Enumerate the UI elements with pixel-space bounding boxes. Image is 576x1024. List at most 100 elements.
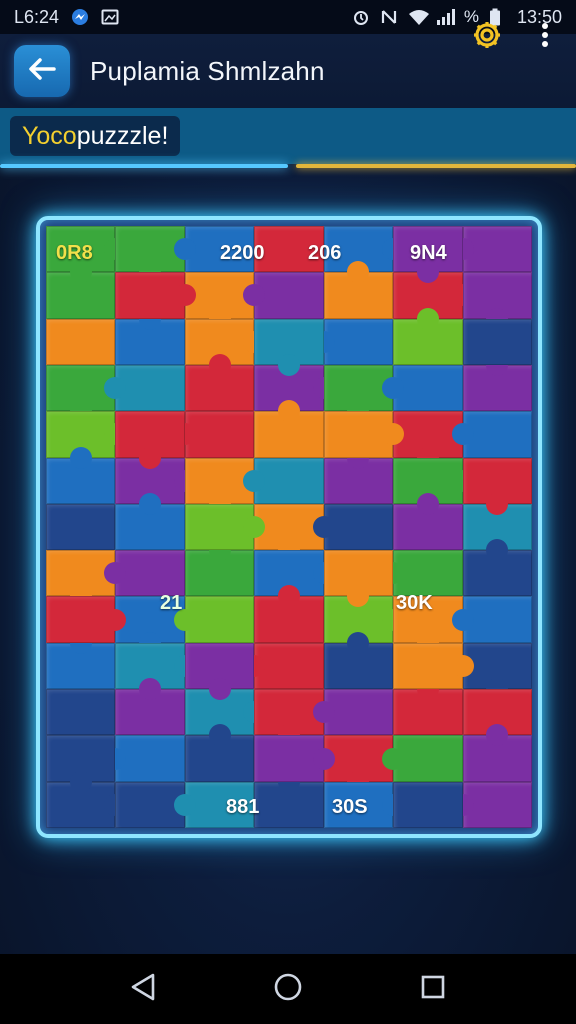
puzzle-piece-knob <box>69 770 92 793</box>
back-button[interactable] <box>14 45 70 97</box>
puzzle-piece[interactable] <box>393 492 463 551</box>
puzzle-piece[interactable] <box>104 550 185 597</box>
puzzle-board-frame: 0R8 2200 206 9N4 21 30K 881 30S <box>36 216 542 838</box>
puzzle-piece[interactable] <box>173 596 255 643</box>
puzzle-piece-knob <box>416 492 439 515</box>
messenger-icon <box>71 8 89 26</box>
puzzle-piece-knob <box>486 492 509 515</box>
puzzle-piece[interactable] <box>243 272 324 319</box>
puzzle-piece[interactable] <box>323 446 394 504</box>
puzzle-piece[interactable] <box>254 585 324 643</box>
puzzle-piece[interactable] <box>462 353 532 412</box>
puzzle-piece[interactable] <box>462 539 532 597</box>
settings-button[interactable] <box>468 18 506 56</box>
puzzle-piece[interactable] <box>382 735 463 782</box>
puzzle-piece[interactable] <box>462 457 532 515</box>
puzzle-piece[interactable] <box>104 735 185 782</box>
board-label-mid-right: 30K <box>396 592 433 614</box>
arrow-left-icon <box>27 57 57 86</box>
puzzle-piece[interactable] <box>462 272 532 330</box>
puzzle-piece[interactable] <box>323 550 394 608</box>
puzzle-piece[interactable] <box>184 503 266 551</box>
puzzle-piece[interactable] <box>46 735 116 793</box>
puzzle-piece[interactable] <box>46 318 116 365</box>
puzzle-piece[interactable] <box>184 539 255 597</box>
board-label-bottom-2: 30S <box>332 796 368 818</box>
puzzle-piece[interactable] <box>115 678 185 736</box>
puzzle-piece[interactable] <box>184 353 255 412</box>
nav-back-button[interactable] <box>121 967 165 1011</box>
more-options-button[interactable] <box>530 18 560 56</box>
puzzle-piece[interactable] <box>393 642 474 690</box>
puzzle-piece[interactable] <box>254 400 324 458</box>
status-left: L6:24 <box>14 7 119 28</box>
puzzle-piece[interactable] <box>323 261 394 319</box>
puzzle-piece-knob <box>139 492 162 515</box>
circle-home-icon <box>273 972 303 1007</box>
puzzle-piece-knob <box>486 724 509 747</box>
puzzle-piece-knob <box>104 608 127 631</box>
puzzle-piece[interactable] <box>184 724 255 782</box>
puzzle-piece[interactable] <box>184 642 255 701</box>
puzzle-piece[interactable] <box>382 364 463 412</box>
puzzle-piece-knob <box>486 539 509 562</box>
puzzle-piece[interactable] <box>46 503 116 551</box>
puzzle-piece[interactable] <box>393 678 463 736</box>
puzzle-piece-knob <box>347 261 370 284</box>
puzzle-piece[interactable] <box>115 411 185 469</box>
puzzle-piece[interactable] <box>46 446 116 504</box>
puzzle-piece[interactable] <box>462 724 532 782</box>
puzzle-piece-knob <box>139 678 162 701</box>
nav-recents-button[interactable] <box>411 967 455 1011</box>
puzzle-piece[interactable] <box>254 770 324 828</box>
puzzle-piece[interactable] <box>46 631 116 690</box>
tab-indicator-left <box>0 164 288 168</box>
puzzle-piece-knob <box>277 353 300 376</box>
puzzle-piece[interactable] <box>462 318 532 365</box>
puzzle-piece[interactable] <box>46 689 116 736</box>
puzzle-piece-knob <box>451 654 474 677</box>
app-title: Puplamia Shmlzahn <box>90 55 325 86</box>
puzzle-piece-knob <box>347 631 370 654</box>
puzzle-piece[interactable] <box>104 364 185 412</box>
puzzle-piece[interactable] <box>254 318 324 376</box>
puzzle-piece-knob <box>208 724 231 747</box>
puzzle-piece[interactable] <box>254 735 335 782</box>
nav-home-button[interactable] <box>266 967 310 1011</box>
puzzle-piece[interactable] <box>115 492 185 551</box>
puzzle-piece[interactable] <box>243 642 324 690</box>
puzzle-piece-knob <box>139 446 162 469</box>
wifi-icon <box>408 8 429 26</box>
status-time-left: L6:24 <box>14 6 60 27</box>
puzzle-piece[interactable] <box>312 503 394 551</box>
puzzle-piece[interactable] <box>173 411 255 458</box>
puzzle-piece[interactable] <box>115 272 196 319</box>
puzzle-piece[interactable] <box>115 307 185 365</box>
system-nav-bar <box>0 954 576 1024</box>
puzzle-piece[interactable] <box>312 318 394 365</box>
puzzle-board[interactable] <box>46 226 532 828</box>
puzzle-piece-knob <box>312 515 335 538</box>
alarm-icon <box>352 8 370 26</box>
puzzle-piece[interactable] <box>312 689 394 736</box>
puzzle-piece[interactable] <box>451 226 532 273</box>
puzzle-piece[interactable] <box>451 411 532 458</box>
signal-icon <box>436 8 455 26</box>
puzzle-piece[interactable] <box>393 307 463 365</box>
puzzle-piece[interactable] <box>323 631 394 690</box>
puzzle-piece[interactable] <box>382 550 463 597</box>
puzzle-piece-knob <box>451 608 474 631</box>
triangle-back-icon <box>129 972 157 1007</box>
puzzle-piece[interactable] <box>323 411 405 458</box>
puzzle-piece[interactable] <box>451 596 532 643</box>
puzzle-piece-knob <box>451 423 474 446</box>
puzzle-app-screen: L6:24 % 13:50 Puplamia Shmlzahn Yoco puz… <box>0 0 576 1024</box>
puzzle-piece-knob <box>382 377 405 400</box>
puzzle-piece-knob <box>208 678 231 701</box>
puzzle-piece[interactable] <box>46 596 127 643</box>
puzzle-piece[interactable] <box>451 781 532 828</box>
puzzle-piece[interactable] <box>393 781 463 828</box>
subheader-label: Yoco puzzzle! <box>10 116 181 156</box>
puzzle-piece[interactable] <box>243 457 324 504</box>
puzzle-piece[interactable] <box>46 261 116 319</box>
